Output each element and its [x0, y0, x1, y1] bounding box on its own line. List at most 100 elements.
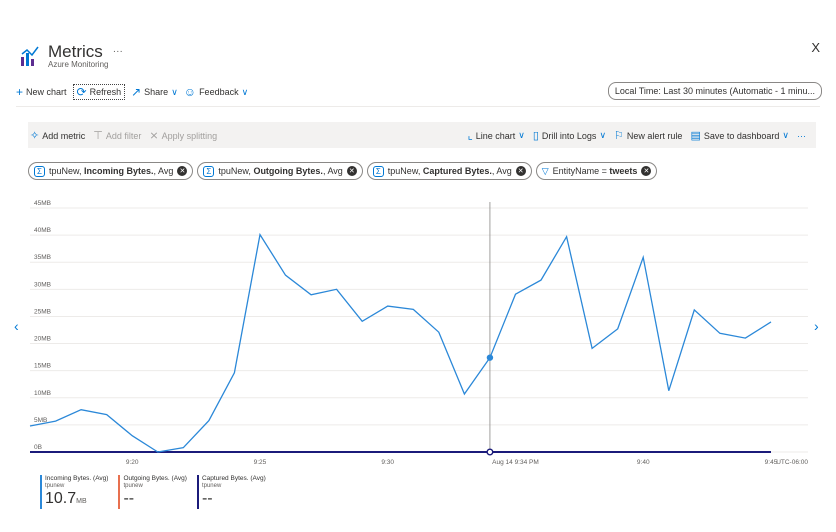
legend-item-outgoing[interactable]: Outgoing Bytes. (Avg) tpunew --: [118, 475, 187, 511]
chevron-down-icon: ∨: [599, 130, 607, 140]
x-tick-label: 9:20: [126, 459, 139, 466]
legend-swatch: [196, 475, 199, 509]
close-button[interactable]: X: [811, 40, 820, 55]
page-header: Metrics ··· Azure Monitoring: [20, 40, 123, 72]
pill-text: tpuNew, Captured Bytes., Avg: [388, 166, 512, 176]
filter-key: EntityName =: [552, 166, 610, 176]
legend-resource: tpunew: [123, 483, 143, 489]
more-toolbar-button[interactable]: ···: [797, 131, 806, 141]
chevron-down-icon: ∨: [518, 130, 525, 140]
pill-resource: tpuNew,: [218, 166, 254, 176]
remove-icon[interactable]: ✕: [177, 166, 188, 176]
data-point-marker: [486, 448, 494, 456]
share-button[interactable]: ↗ Share ∨: [131, 86, 178, 98]
chevron-right-icon[interactable]: ›: [814, 318, 819, 334]
chevron-down-icon: ∨: [782, 130, 789, 140]
legend-swatch: [40, 475, 42, 509]
add-metric-button[interactable]: ✧ Add metric: [30, 129, 85, 142]
legend-value: --: [202, 490, 266, 511]
legend-unit: MB: [76, 498, 87, 505]
legend-value-number: --: [123, 490, 135, 507]
pill-text: tpuNew, Outgoing Bytes., Avg: [218, 166, 342, 176]
plus-icon: +: [16, 85, 24, 99]
filter-value: tweets: [609, 166, 638, 176]
legend-label: Captured Bytes. (Avg): [201, 475, 266, 482]
y-tick-label: 40MB: [34, 227, 51, 234]
new-chart-button[interactable]: + New chart: [16, 86, 67, 98]
add-filter-button[interactable]: ⊤ Add filter: [93, 129, 141, 142]
timezone-label: UTC-06:00: [776, 459, 808, 466]
feedback-label: Feedback: [199, 87, 239, 97]
y-tick-label: 25MB: [34, 308, 51, 315]
chart-toolbar-left: ✧ Add metric ⊤ Add filter ⨯ Apply splitt…: [30, 129, 225, 142]
refresh-button[interactable]: ⟳ Refresh: [72, 84, 126, 100]
smiley-icon: ☺: [183, 85, 197, 99]
chevron-down-icon: ∨: [171, 86, 178, 97]
share-label: Share: [144, 87, 169, 97]
x-tick-label: 9:30: [381, 459, 394, 466]
legend-value-number: 10.7: [45, 490, 77, 507]
feedback-button[interactable]: ☺ Feedback ∨: [184, 86, 248, 98]
pill-resource: tpuNew,: [387, 166, 423, 176]
drill-logs-button[interactable]: ▯ Drill into Logs ∨: [533, 129, 606, 142]
add-metric-icon: ✧: [30, 130, 40, 142]
more-options-button[interactable]: ···: [113, 46, 123, 57]
sigma-icon: Σ: [34, 165, 45, 177]
share-icon: ↗: [131, 85, 142, 99]
legend-item-captured[interactable]: Captured Bytes. (Avg) tpunew --: [196, 475, 266, 511]
filter-icon: ⊤: [93, 130, 103, 142]
legend-item-incoming[interactable]: Incoming Bytes. (Avg) tpunew 10.7MB: [40, 475, 108, 511]
metric-pill-outgoing[interactable]: Σ tpuNew, Outgoing Bytes., Avg ✕: [197, 162, 363, 180]
metric-pill-captured[interactable]: Σ tpuNew, Captured Bytes., Avg ✕: [366, 162, 532, 180]
y-tick-label: 45MB: [34, 200, 51, 207]
command-bar: + New chart ⟳ Refresh ↗ Share ∨ ☺ Feedba…: [16, 84, 254, 100]
legend-value: 10.7MB: [45, 490, 108, 511]
chevron-left-icon[interactable]: ‹: [14, 318, 19, 334]
page-subtitle: Azure Monitoring: [48, 60, 109, 69]
y-tick-label: 20MB: [34, 336, 51, 343]
chart-toolbar-right: ⌞ Line chart ∨ ▯ Drill into Logs ∨ ⚐ New…: [468, 129, 814, 142]
apply-splitting-label: Apply splitting: [161, 130, 218, 141]
sigma-icon: Σ: [372, 165, 384, 177]
pill-metric: Incoming Bytes.: [84, 166, 154, 176]
save-dashboard-button[interactable]: ▤ Save to dashboard ∨: [690, 129, 789, 142]
split-icon: ⨯: [149, 130, 159, 142]
pill-aggregation: , Avg: [153, 166, 174, 176]
pill-aggregation: , Avg: [491, 166, 512, 176]
chevron-down-icon: ∨: [241, 86, 249, 97]
pill-metric: Captured Bytes.: [422, 166, 492, 176]
save-dashboard-label: Save to dashboard: [703, 130, 780, 141]
remove-icon[interactable]: ✕: [515, 166, 526, 176]
page-title: Metrics: [48, 42, 103, 61]
x-tick-label: 9:25: [254, 459, 267, 466]
legend-value: --: [123, 490, 186, 511]
new-alert-button[interactable]: ⚐ New alert rule: [614, 129, 682, 142]
pill-metric: Outgoing Bytes.: [253, 166, 323, 176]
metric-pill-incoming[interactable]: Σ tpuNew, Incoming Bytes., Avg ✕: [28, 162, 194, 180]
line-chart-button[interactable]: ⌞ Line chart ∨: [468, 129, 525, 142]
legend-resource: tpunew: [45, 483, 65, 489]
legend-value-number: --: [201, 490, 213, 507]
refresh-label: Refresh: [89, 87, 122, 97]
drill-logs-label: Drill into Logs: [541, 130, 597, 141]
pill-aggregation: , Avg: [322, 166, 343, 176]
remove-icon[interactable]: ✕: [346, 166, 357, 176]
alert-icon: ⚐: [614, 130, 624, 142]
remove-icon[interactable]: ✕: [641, 166, 652, 176]
pill-resource: tpuNew,: [49, 166, 85, 176]
apply-splitting-button[interactable]: ⨯ Apply splitting: [149, 129, 217, 142]
add-filter-label: Add filter: [105, 130, 142, 141]
filter-pill[interactable]: ▽ EntityName = tweets ✕: [535, 162, 658, 180]
metrics-chart[interactable]: 45MB40MB35MB30MB25MB20MB15MB10MB5MB0B 9:…: [0, 196, 836, 466]
refresh-icon: ⟳: [76, 85, 87, 99]
data-point-marker: [486, 354, 494, 361]
metric-pills: Σ tpuNew, Incoming Bytes., Avg ✕ Σ tpuNe…: [28, 162, 661, 180]
y-tick-label: 30MB: [34, 281, 51, 288]
time-range-picker[interactable]: Local Time: Last 30 minutes (Automatic -…: [607, 82, 822, 100]
filter-text: EntityName = tweets: [553, 166, 638, 176]
line-chart-icon: ⌞: [467, 130, 473, 142]
legend-label: Outgoing Bytes. (Avg): [123, 475, 187, 482]
x-tick-label: Aug 14 9:34 PM: [492, 459, 539, 466]
add-metric-label: Add metric: [42, 130, 86, 141]
sigma-icon: Σ: [203, 165, 215, 177]
